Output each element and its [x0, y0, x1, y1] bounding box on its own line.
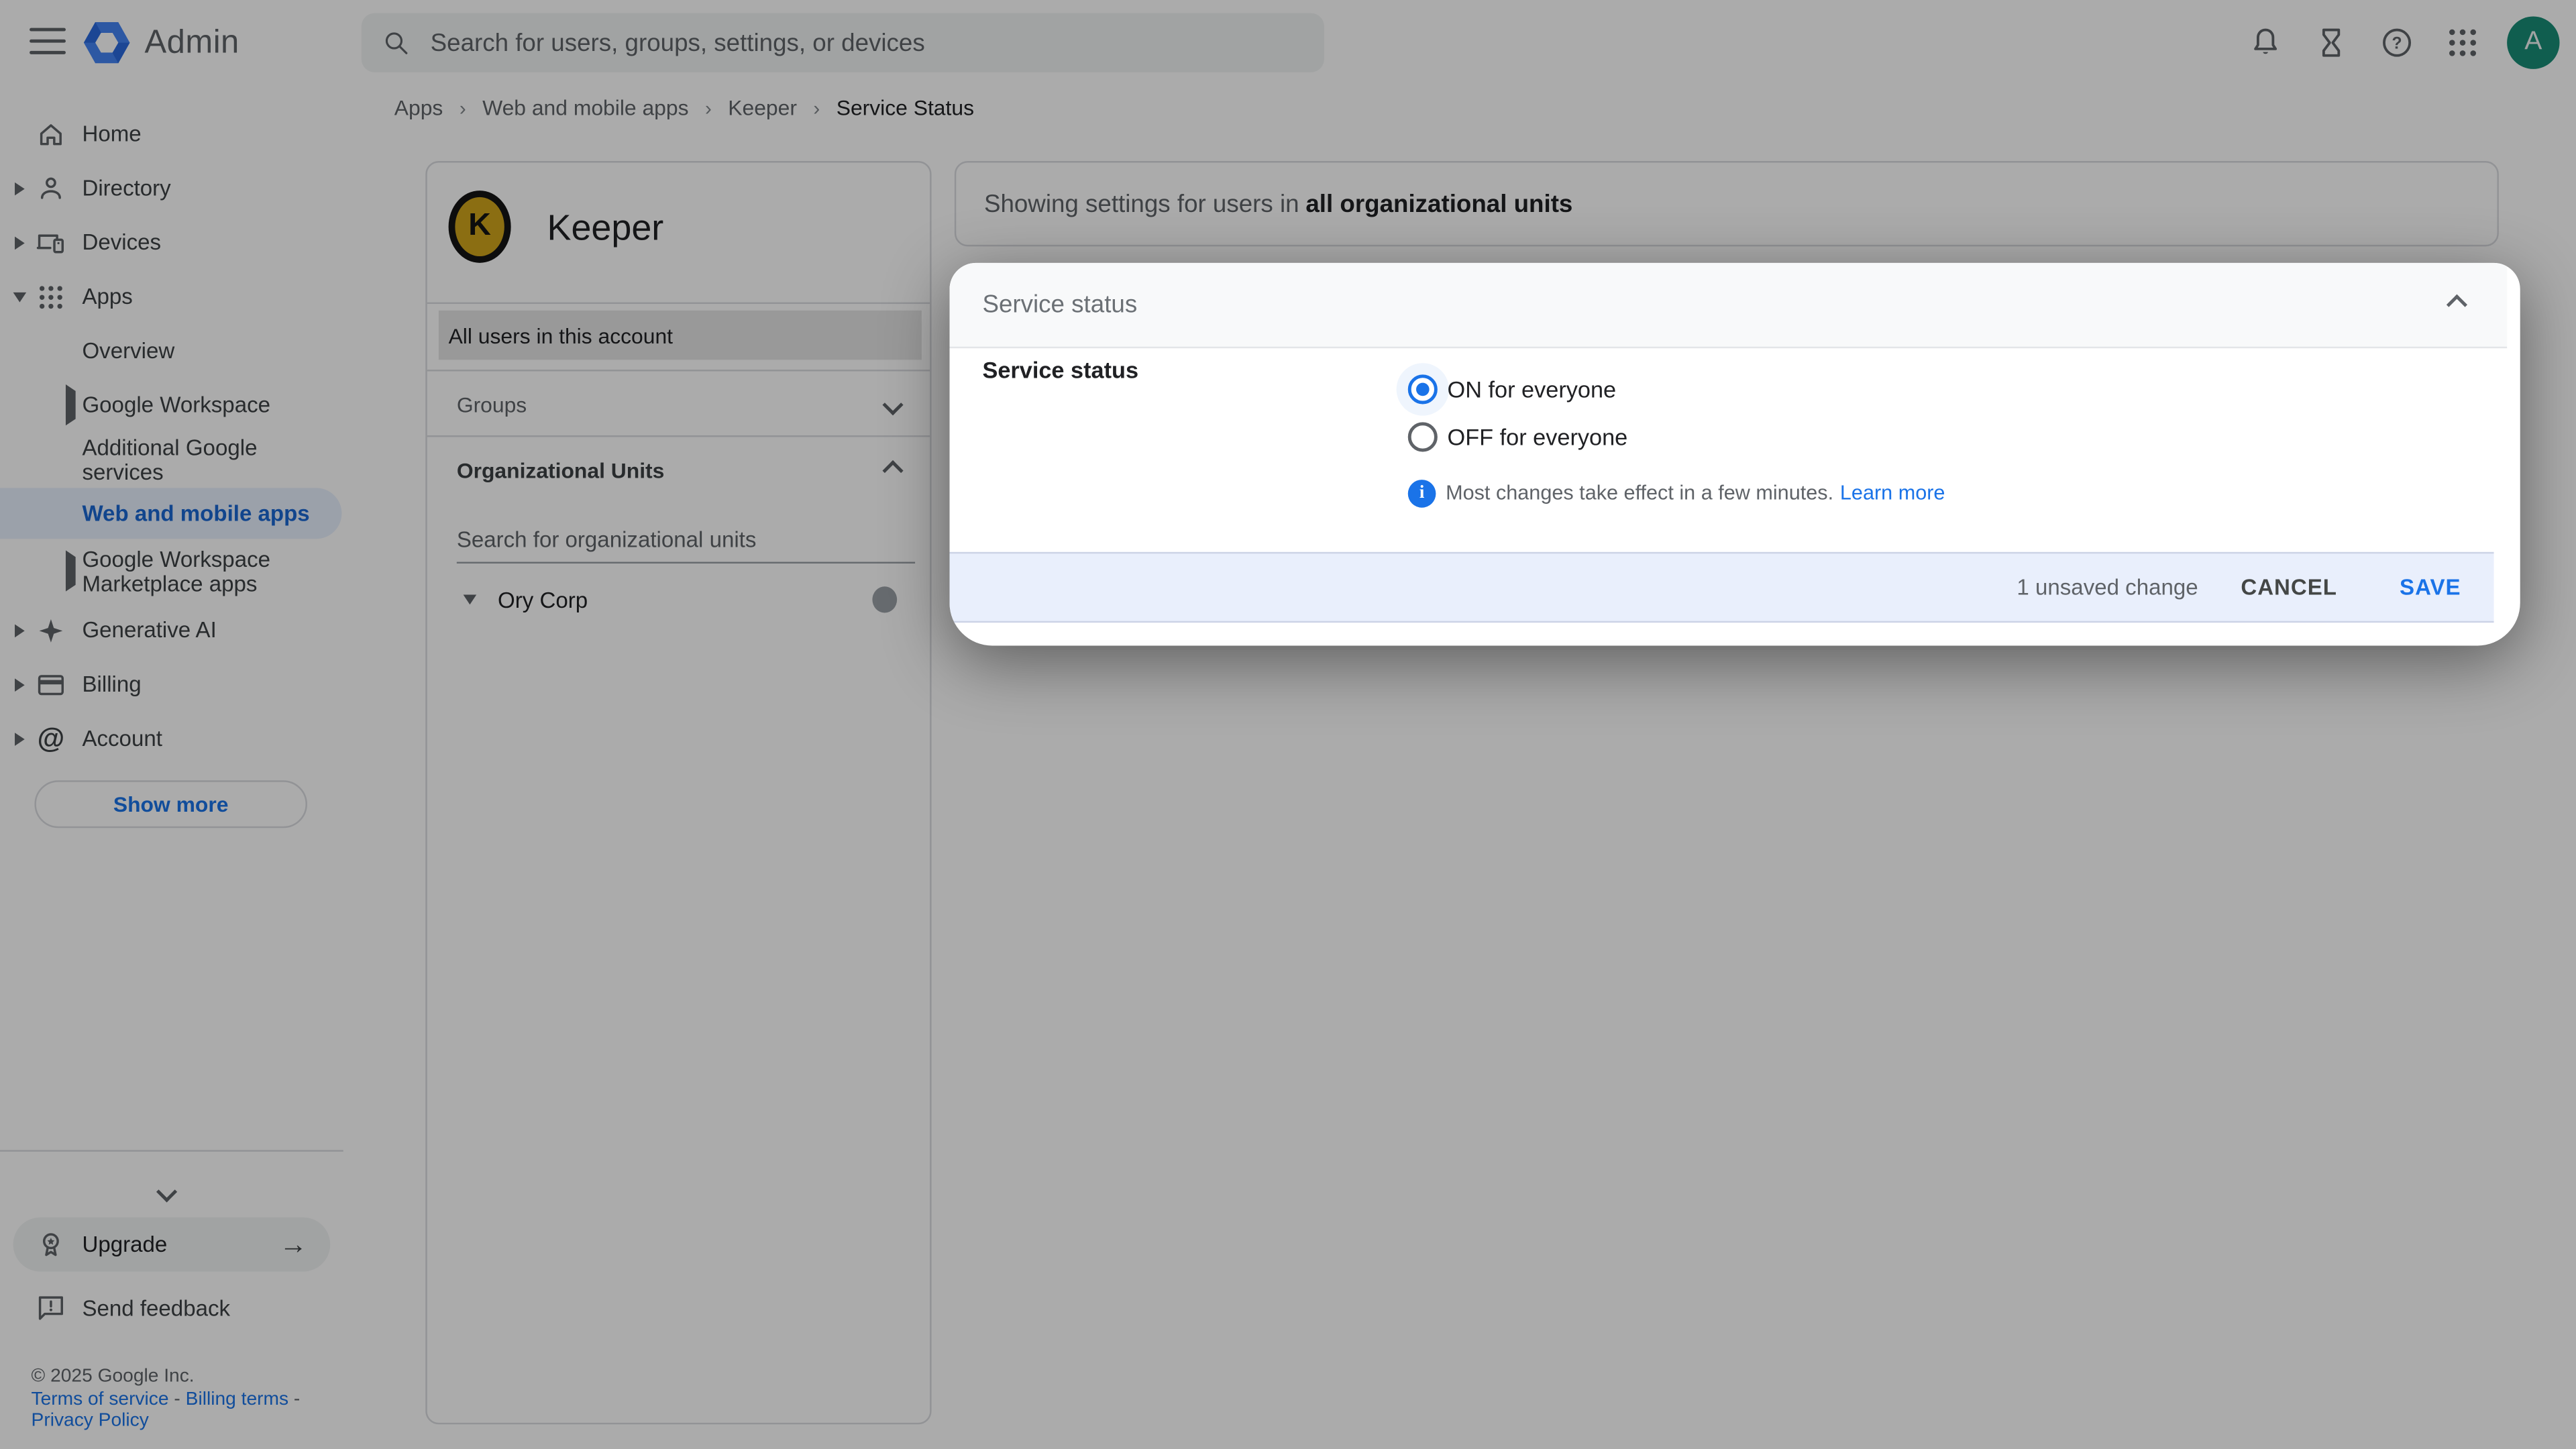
dialog-title: Service status	[982, 290, 1138, 319]
save-button[interactable]: SAVE	[2400, 575, 2461, 600]
admin-console-page: Admin ? A	[0, 0, 2576, 1449]
radio-on-for-everyone[interactable]: ON for everyone	[1407, 374, 1616, 405]
dialog-footer: 1 unsaved change CANCEL SAVE	[949, 551, 2494, 623]
unsaved-changes-text: 1 unsaved change	[2017, 575, 2198, 600]
radio-selected-icon[interactable]	[1407, 374, 1438, 405]
modal-scrim[interactable]	[0, 0, 2576, 1449]
dialog-header[interactable]: Service status	[949, 262, 2508, 349]
info-icon: i	[1407, 478, 1436, 507]
info-note: i Most changes take effect in a few minu…	[1407, 478, 1945, 508]
radio-unselected-icon[interactable]	[1407, 422, 1438, 452]
service-status-dialog: Service status Service status ON for eve…	[949, 262, 2520, 646]
collapse-section-icon[interactable]	[2446, 294, 2468, 315]
learn-more-link[interactable]: Learn more	[1840, 482, 1945, 504]
setting-label: Service status	[982, 356, 1139, 383]
cancel-button[interactable]: CANCEL	[2241, 575, 2337, 600]
radio-off-for-everyone[interactable]: OFF for everyone	[1407, 422, 1627, 452]
